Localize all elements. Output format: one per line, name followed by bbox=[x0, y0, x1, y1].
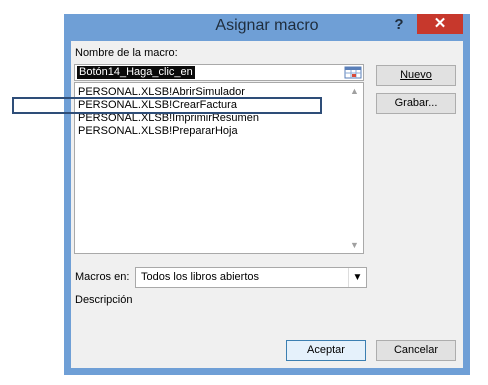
cancel-button-label: Cancelar bbox=[393, 344, 439, 356]
highlight-box bbox=[12, 97, 322, 114]
macros-in-select[interactable]: Todos los libros abiertos ▼ bbox=[135, 267, 367, 288]
help-button[interactable]: ? bbox=[386, 14, 412, 36]
close-button[interactable]: ✕ bbox=[417, 14, 463, 34]
record-button[interactable]: Grabar... bbox=[376, 93, 456, 114]
cancel-button[interactable]: Cancelar bbox=[376, 340, 456, 361]
accept-button[interactable]: Aceptar bbox=[286, 340, 366, 361]
chevron-down-icon[interactable]: ▼ bbox=[348, 268, 366, 287]
scroll-down-icon[interactable]: ▼ bbox=[346, 237, 363, 253]
list-scrollbar[interactable]: ▲ ▼ bbox=[346, 83, 363, 253]
record-button-label: Grabar... bbox=[394, 97, 438, 109]
accept-button-label: Aceptar bbox=[307, 344, 345, 356]
assign-macro-dialog: Asignar macro ? ✕ Nombre de la macro: Bo… bbox=[64, 14, 470, 375]
dialog-body: Nombre de la macro: Botón14_Haga_clic_en… bbox=[71, 41, 463, 368]
range-picker-icon[interactable] bbox=[344, 66, 362, 79]
new-button[interactable]: Nuevo bbox=[376, 65, 456, 86]
description-label: Descripción bbox=[75, 294, 133, 306]
new-button-label: Nuevo bbox=[400, 69, 432, 81]
macro-name-label: Nombre de la macro: bbox=[75, 47, 178, 59]
macros-in-label: Macros en: bbox=[75, 271, 130, 283]
list-item[interactable]: PERSONAL.XLSB!PrepararHoja bbox=[78, 125, 238, 138]
macro-name-input[interactable]: Botón14_Haga_clic_en bbox=[74, 64, 364, 81]
macros-in-value: Todos los libros abiertos bbox=[141, 271, 260, 283]
scroll-up-icon[interactable]: ▲ bbox=[346, 83, 363, 99]
macro-name-value: Botón14_Haga_clic_en bbox=[77, 66, 195, 79]
title-bar: Asignar macro ? ✕ bbox=[64, 14, 470, 40]
